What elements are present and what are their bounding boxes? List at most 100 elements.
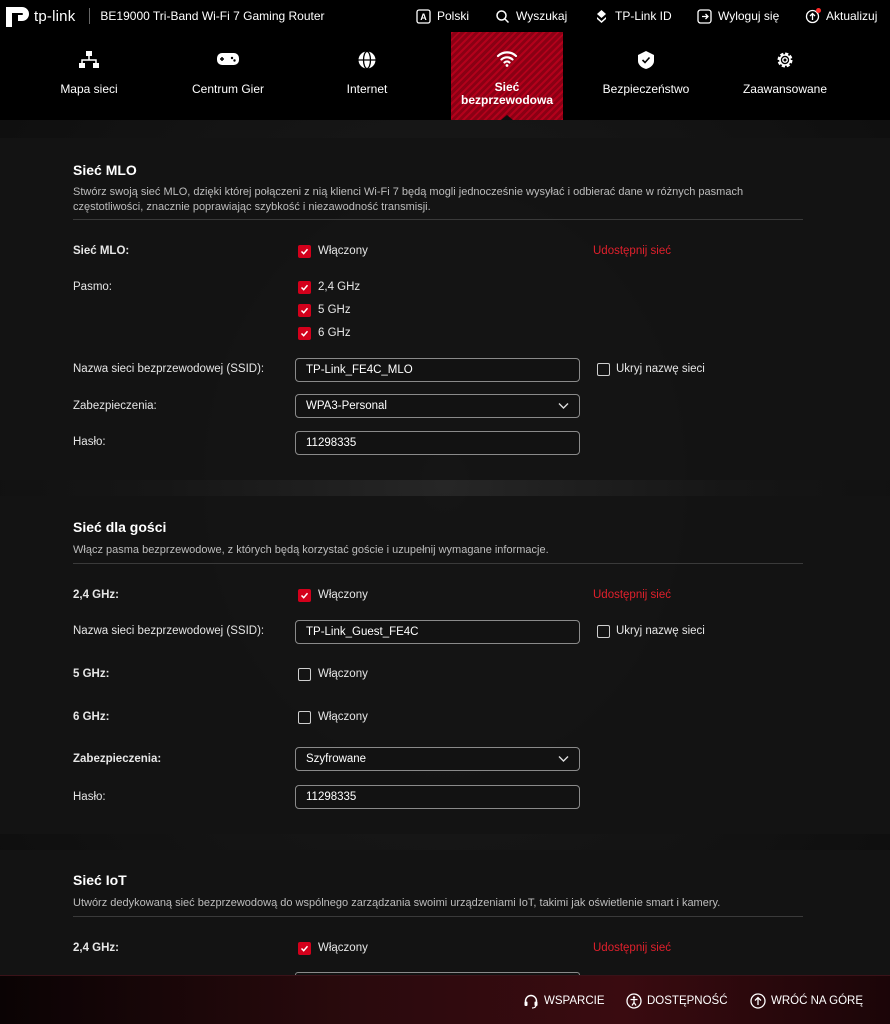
search-button[interactable]: Wyszukaj: [495, 0, 567, 32]
mlo-security-select[interactable]: WPA3-Personal: [295, 394, 580, 418]
tab-security-label: Bezpieczeństwo: [602, 82, 690, 96]
band-2g-checkbox[interactable]: [298, 281, 311, 294]
guest-ssid-input[interactable]: TP-Link_Guest_FE4C: [295, 620, 580, 644]
tplink-id-button[interactable]: TP-Link ID: [594, 0, 672, 32]
guest-2g-checkbox[interactable]: [298, 589, 311, 602]
mlo-band-label: Pasmo:: [73, 281, 112, 293]
guest-ssid-value: TP-Link_Guest_FE4C: [306, 626, 419, 638]
tab-advanced-label: Zaawansowane: [742, 82, 828, 96]
brand-logo[interactable]: tp-link: [0, 0, 75, 32]
mlo-ssid-value: TP-Link_FE4C_MLO: [306, 364, 413, 376]
mlo-enable-label: Sieć MLO:: [73, 245, 130, 257]
tab-advanced[interactable]: Zaawansowane: [730, 32, 840, 120]
band-6g-checkbox[interactable]: [298, 327, 311, 340]
mlo-share-link[interactable]: Udostępnij sieć: [593, 245, 671, 257]
tplink-id-icon: [597, 9, 606, 23]
guest-password-value: 11298335: [306, 791, 357, 803]
check-icon: [300, 248, 309, 255]
chevron-down-icon: [558, 756, 569, 762]
guest-security-value: Szyfrowane: [306, 753, 367, 765]
router-model: BE19000 Tri-Band Wi-Fi 7 Gaming Router: [100, 9, 325, 23]
back-to-top-link[interactable]: WRÓĆ NA GÓRĘ: [750, 993, 863, 1009]
mlo-enable-checkbox[interactable]: [298, 245, 311, 258]
support-link[interactable]: WSPARCIE: [523, 993, 605, 1009]
iot-divider: [73, 916, 803, 917]
mlo-hide-ssid-text: Ukryj nazwę sieci: [616, 363, 705, 375]
guest-title: Sieć dla gości: [73, 519, 167, 535]
tab-wireless-label: Sieć bezprzewodowa: [460, 80, 553, 107]
mlo-password-value: 11298335: [306, 437, 357, 449]
guest-6g-checkbox[interactable]: [298, 711, 311, 724]
guest-password-input[interactable]: 11298335: [295, 785, 580, 809]
guest-divider: [73, 563, 803, 564]
mlo-hide-ssid-checkbox[interactable]: [597, 363, 610, 376]
mlo-ssid-input[interactable]: TP-Link_FE4C_MLO: [295, 358, 580, 382]
logout-icon: [697, 8, 712, 24]
guest-5g-label: 5 GHz:: [73, 668, 110, 680]
tab-internet[interactable]: Internet: [312, 32, 422, 120]
guest-2g-text: Włączony: [318, 589, 368, 601]
tab-security[interactable]: Bezpieczeństwo: [591, 32, 701, 120]
check-icon: [300, 307, 309, 314]
logout-button[interactable]: Wyloguj się: [697, 0, 779, 32]
accessibility-icon: [626, 993, 642, 1009]
guest-security-select[interactable]: Szyfrowane: [295, 747, 580, 771]
update-button[interactable]: Aktualizuj: [805, 0, 877, 32]
tplink-id-label: TP-Link ID: [615, 9, 672, 23]
mlo-security-value: WPA3-Personal: [306, 400, 387, 412]
band-5g-text: 5 GHz: [318, 304, 351, 316]
guest-6g-text: Włączony: [318, 711, 368, 723]
check-icon: [300, 284, 309, 291]
iot-2g-checkbox[interactable]: [298, 942, 311, 955]
tab-gaming-center[interactable]: Centrum Gier: [173, 32, 283, 120]
mlo-divider: [73, 219, 803, 220]
iot-section: Sieć IoT Utwórz dedykowaną sieć bezprzew…: [0, 850, 890, 975]
tplink-logo-icon: [6, 7, 29, 27]
band-5g-checkbox[interactable]: [298, 304, 311, 317]
guest-2g-label: 2,4 GHz:: [73, 589, 120, 601]
globe-icon: [358, 50, 376, 70]
check-icon: [300, 945, 309, 952]
guest-6g-label: 6 GHz:: [73, 711, 110, 723]
accessibility-link[interactable]: DOSTĘPNOŚĆ: [626, 993, 728, 1009]
language-button[interactable]: A Polski: [416, 0, 469, 32]
guest-5g-text: Włączony: [318, 668, 368, 680]
tab-network-map[interactable]: Mapa sieci: [34, 32, 144, 120]
mlo-password-input[interactable]: 11298335: [295, 431, 580, 455]
logout-label: Wyloguj się: [718, 9, 780, 23]
guest-share-link[interactable]: Udostępnij sieć: [593, 589, 671, 601]
chevron-down-icon: [558, 403, 569, 409]
update-dot-icon: [816, 7, 821, 13]
footer-bar: WSPARCIE DOSTĘPNOŚĆ WRÓĆ NA GÓRĘ: [0, 975, 890, 1024]
guest-password-label: Hasło:: [73, 791, 106, 803]
band-6g-text: 6 GHz: [318, 327, 351, 339]
header-divider: [89, 8, 91, 24]
mlo-section: Sieć MLO Stwórz swoją sieć MLO, dzięki k…: [0, 138, 890, 480]
iot-share-link[interactable]: Udostępnij sieć: [593, 942, 671, 954]
tab-network-map-label: Mapa sieci: [60, 82, 118, 96]
guest-security-label: Zabezpieczenia:: [73, 753, 162, 765]
arrow-up-icon: [750, 993, 766, 1009]
guest-section: Sieć dla gości Włącz pasma bezprzewodowe…: [0, 496, 890, 834]
mlo-title: Sieć MLO: [73, 162, 137, 178]
gear-icon: [777, 52, 793, 68]
support-label: WSPARCIE: [544, 995, 605, 1007]
mlo-password-label: Hasło:: [73, 436, 106, 448]
check-icon: [300, 592, 309, 599]
network-map-icon: [79, 51, 99, 68]
svg-text:A: A: [420, 12, 427, 22]
iot-description: Utwórz dedykowaną sieć bezprzewodową do …: [73, 897, 721, 909]
accessibility-label: DOSTĘPNOŚĆ: [647, 995, 728, 1007]
iot-2g-label: 2,4 GHz:: [73, 942, 120, 954]
language-icon: A: [416, 8, 431, 24]
mlo-description: Stwórz swoją sieć MLO, dzięki której poł…: [73, 186, 744, 213]
tab-gaming-center-label: Centrum Gier: [191, 82, 265, 96]
search-icon: [496, 9, 510, 23]
iot-2g-text: Włączony: [318, 942, 368, 954]
wifi-icon: [496, 51, 518, 67]
back-to-top-label: WRÓĆ NA GÓRĘ: [771, 995, 864, 1007]
tab-wireless[interactable]: Sieć bezprzewodowa: [451, 32, 563, 120]
guest-5g-checkbox[interactable]: [298, 668, 311, 681]
brand-name: tp-link: [34, 7, 76, 25]
guest-hide-ssid-checkbox[interactable]: [597, 625, 610, 638]
